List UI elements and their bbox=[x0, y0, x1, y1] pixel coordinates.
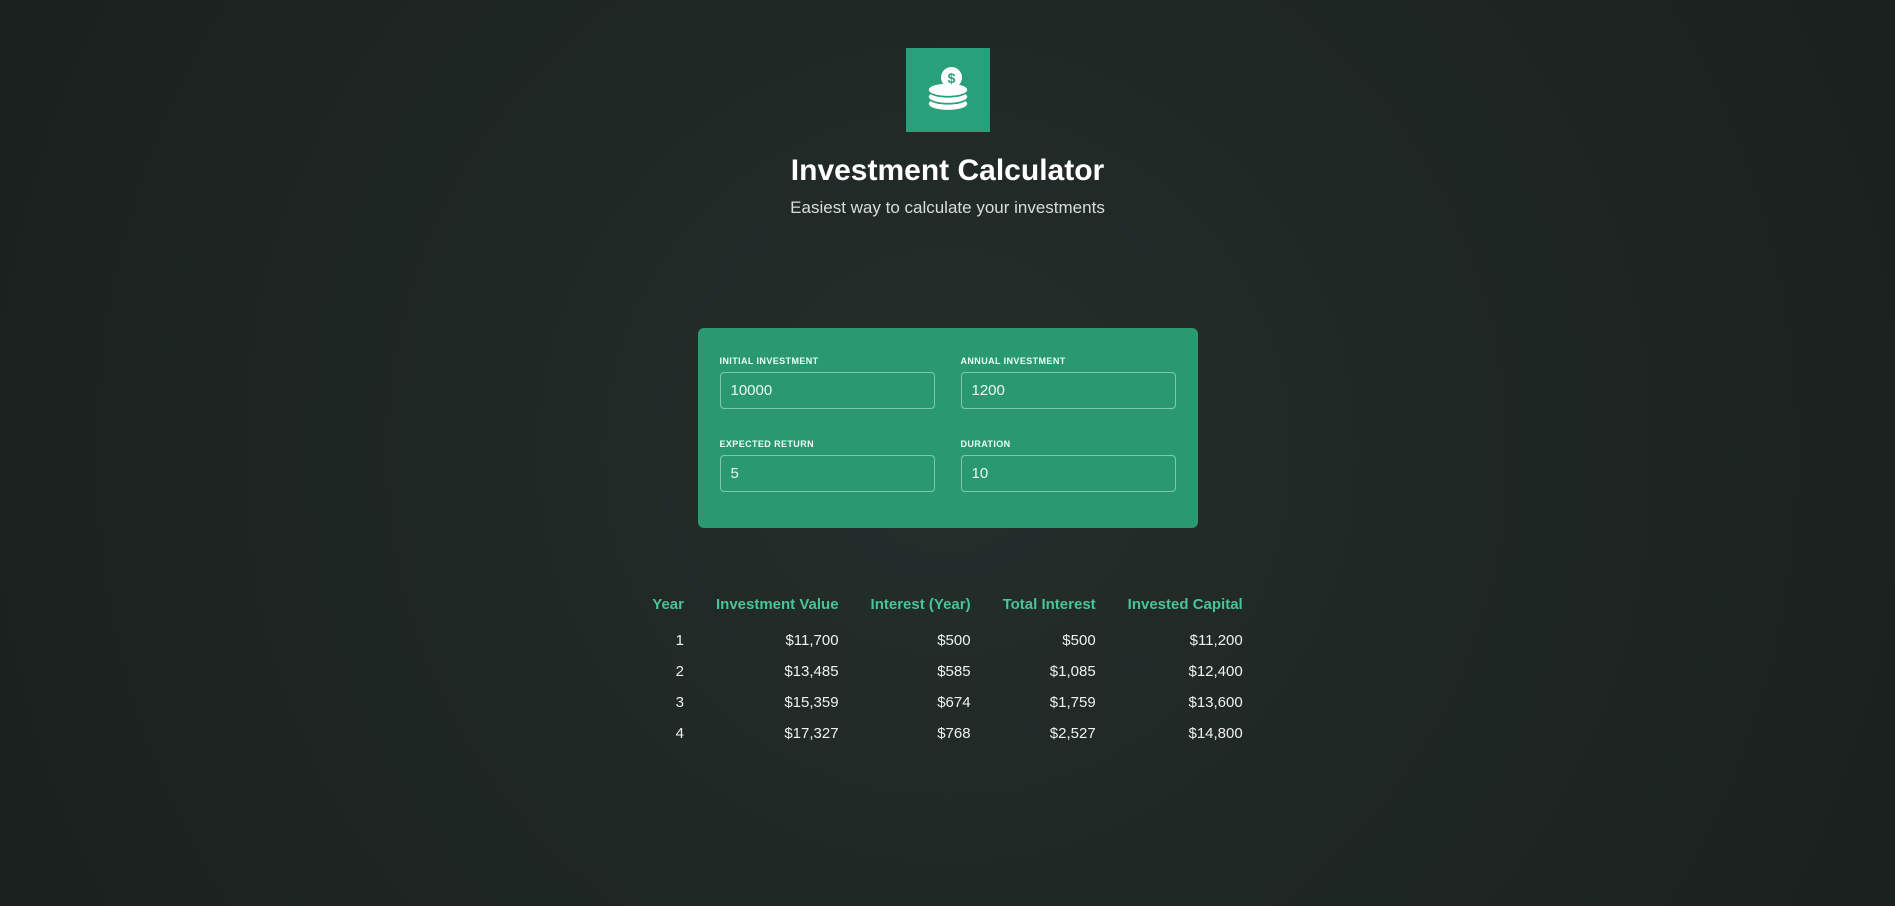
results-table: Year Investment Value Interest (Year) To… bbox=[636, 590, 1258, 749]
cell-year: 2 bbox=[636, 656, 700, 687]
cell-total-interest: $2,527 bbox=[987, 718, 1112, 749]
duration-input[interactable] bbox=[961, 455, 1176, 492]
annual-investment-label: ANNUAL INVESTMENT bbox=[961, 356, 1176, 366]
cell-year: 1 bbox=[636, 625, 700, 656]
cell-investment-value: $11,700 bbox=[700, 625, 855, 656]
expected-return-label: EXPECTED RETURN bbox=[720, 439, 935, 449]
table-row: 4$17,327$768$2,527$14,800 bbox=[636, 718, 1258, 749]
cell-invested-capital: $11,200 bbox=[1112, 625, 1259, 656]
table-row: 3$15,359$674$1,759$13,600 bbox=[636, 687, 1258, 718]
cell-year: 3 bbox=[636, 687, 700, 718]
cell-investment-value: $17,327 bbox=[700, 718, 855, 749]
annual-investment-input[interactable] bbox=[961, 372, 1176, 409]
cell-invested-capital: $13,600 bbox=[1112, 687, 1259, 718]
table-row: 1$11,700$500$500$11,200 bbox=[636, 625, 1258, 656]
expected-return-input[interactable] bbox=[720, 455, 935, 492]
col-investment-value: Investment Value bbox=[700, 590, 855, 625]
table-row: 2$13,485$585$1,085$12,400 bbox=[636, 656, 1258, 687]
col-year: Year bbox=[636, 590, 700, 625]
cell-interest-year: $768 bbox=[855, 718, 987, 749]
col-total-interest: Total Interest bbox=[987, 590, 1112, 625]
initial-investment-input[interactable] bbox=[720, 372, 935, 409]
cell-invested-capital: $14,800 bbox=[1112, 718, 1259, 749]
cell-year: 4 bbox=[636, 718, 700, 749]
input-panel: INITIAL INVESTMENT ANNUAL INVESTMENT EXP… bbox=[698, 328, 1198, 528]
svg-text:$: $ bbox=[947, 69, 955, 85]
cell-investment-value: $15,359 bbox=[700, 687, 855, 718]
cell-total-interest: $1,759 bbox=[987, 687, 1112, 718]
initial-investment-label: INITIAL INVESTMENT bbox=[720, 356, 935, 366]
page-title: Investment Calculator bbox=[791, 154, 1104, 188]
money-bag-icon: $ bbox=[920, 60, 976, 121]
cell-total-interest: $500 bbox=[987, 625, 1112, 656]
cell-invested-capital: $12,400 bbox=[1112, 656, 1259, 687]
page-subtitle: Easiest way to calculate your investment… bbox=[790, 198, 1105, 218]
app-logo: $ bbox=[906, 48, 990, 132]
cell-total-interest: $1,085 bbox=[987, 656, 1112, 687]
cell-interest-year: $674 bbox=[855, 687, 987, 718]
col-invested-capital: Invested Capital bbox=[1112, 590, 1259, 625]
duration-label: DURATION bbox=[961, 439, 1176, 449]
cell-investment-value: $13,485 bbox=[700, 656, 855, 687]
cell-interest-year: $500 bbox=[855, 625, 987, 656]
cell-interest-year: $585 bbox=[855, 656, 987, 687]
col-interest-year: Interest (Year) bbox=[855, 590, 987, 625]
